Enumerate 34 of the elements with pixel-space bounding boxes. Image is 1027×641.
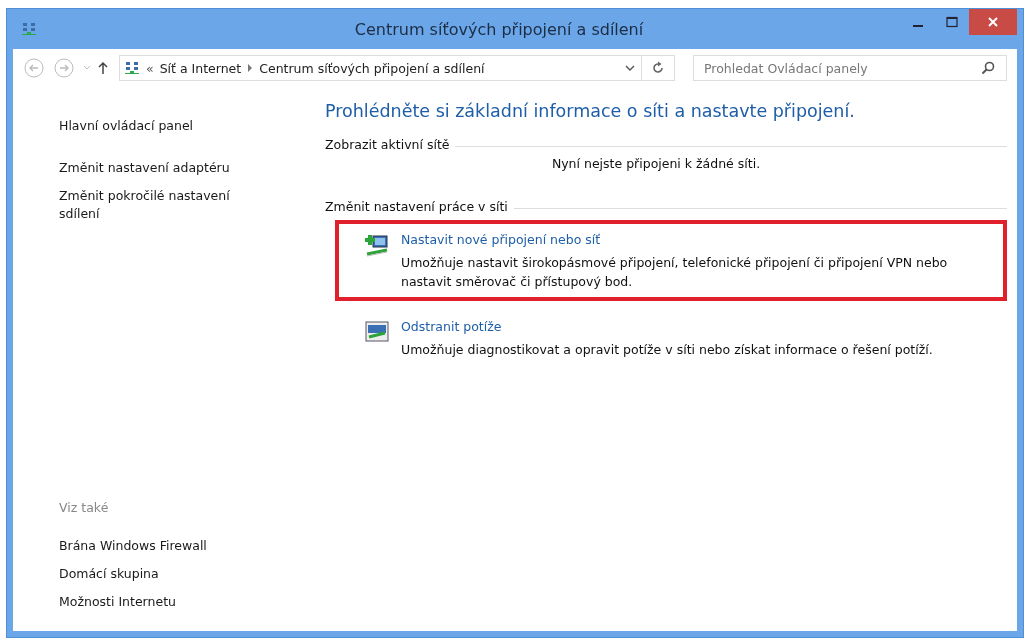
new-connection-icon <box>363 232 391 258</box>
page-heading: Prohlédněte si základní informace o síti a nastavte připojení. <box>325 101 856 121</box>
section-heading: Zobrazit aktivní sítě <box>325 137 450 152</box>
network-icon <box>21 21 37 37</box>
dropdown-icon[interactable] <box>625 65 635 71</box>
status-message: Nyní nejste připojeni k žádné síti. <box>551 156 761 171</box>
close-button[interactable] <box>969 9 1017 35</box>
refresh-icon <box>651 61 665 75</box>
maximize-icon <box>946 16 958 28</box>
task-description: Umožňuje nastavit širokopásmové připojení, telefonické připojení či připojení VPN nebo nastavit směrovač či přístupový bod. <box>401 254 949 291</box>
task-description: Umožňuje diagnostikovat a opravit potíže v síti nebo získat informace o řešení potíží. <box>401 341 933 359</box>
breadcrumb[interactable]: Centrum síťových připojení a sdílení <box>259 60 485 76</box>
section-heading: Viz také <box>59 500 110 515</box>
task-link[interactable]: Odstranit potíže <box>401 319 502 334</box>
task-link[interactable]: Nastavit nové připojení nebo síť <box>401 232 601 247</box>
network-icon <box>124 60 140 76</box>
overflow-chevron[interactable]: « <box>146 60 154 76</box>
minimize-icon <box>913 25 923 27</box>
breadcrumb[interactable]: Síť a Internet <box>159 60 242 76</box>
close-icon <box>987 16 999 28</box>
up-arrow-icon[interactable] <box>97 61 109 75</box>
sidebar-link[interactable]: Možnosti Internetu <box>59 594 313 609</box>
sidebar-link[interactable]: Brána Windows Firewall <box>59 538 313 553</box>
section-heading: Změnit nastavení práce v síti <box>325 199 508 214</box>
troubleshoot-icon <box>363 319 391 345</box>
search-field[interactable]: Prohledat Ovládací panely <box>693 55 1007 81</box>
breadcrumb-arrow-icon[interactable] <box>247 64 254 72</box>
window-title: Centrum síťových připojení a sdílení <box>353 19 644 39</box>
sidebar-link[interactable]: Domácí skupina <box>59 566 313 581</box>
sidebar-link[interactable]: Změnit pokročilé nastavení sdílení <box>59 187 259 223</box>
search-icon[interactable] <box>981 61 995 75</box>
sidebar-link[interactable]: Změnit nastavení adaptéru <box>59 159 259 177</box>
address-bar[interactable]: « Síť a Internet Centrum síťových připojení a sdílení <box>119 55 675 81</box>
sidebar-link[interactable]: Hlavní ovládací panel <box>59 117 259 135</box>
